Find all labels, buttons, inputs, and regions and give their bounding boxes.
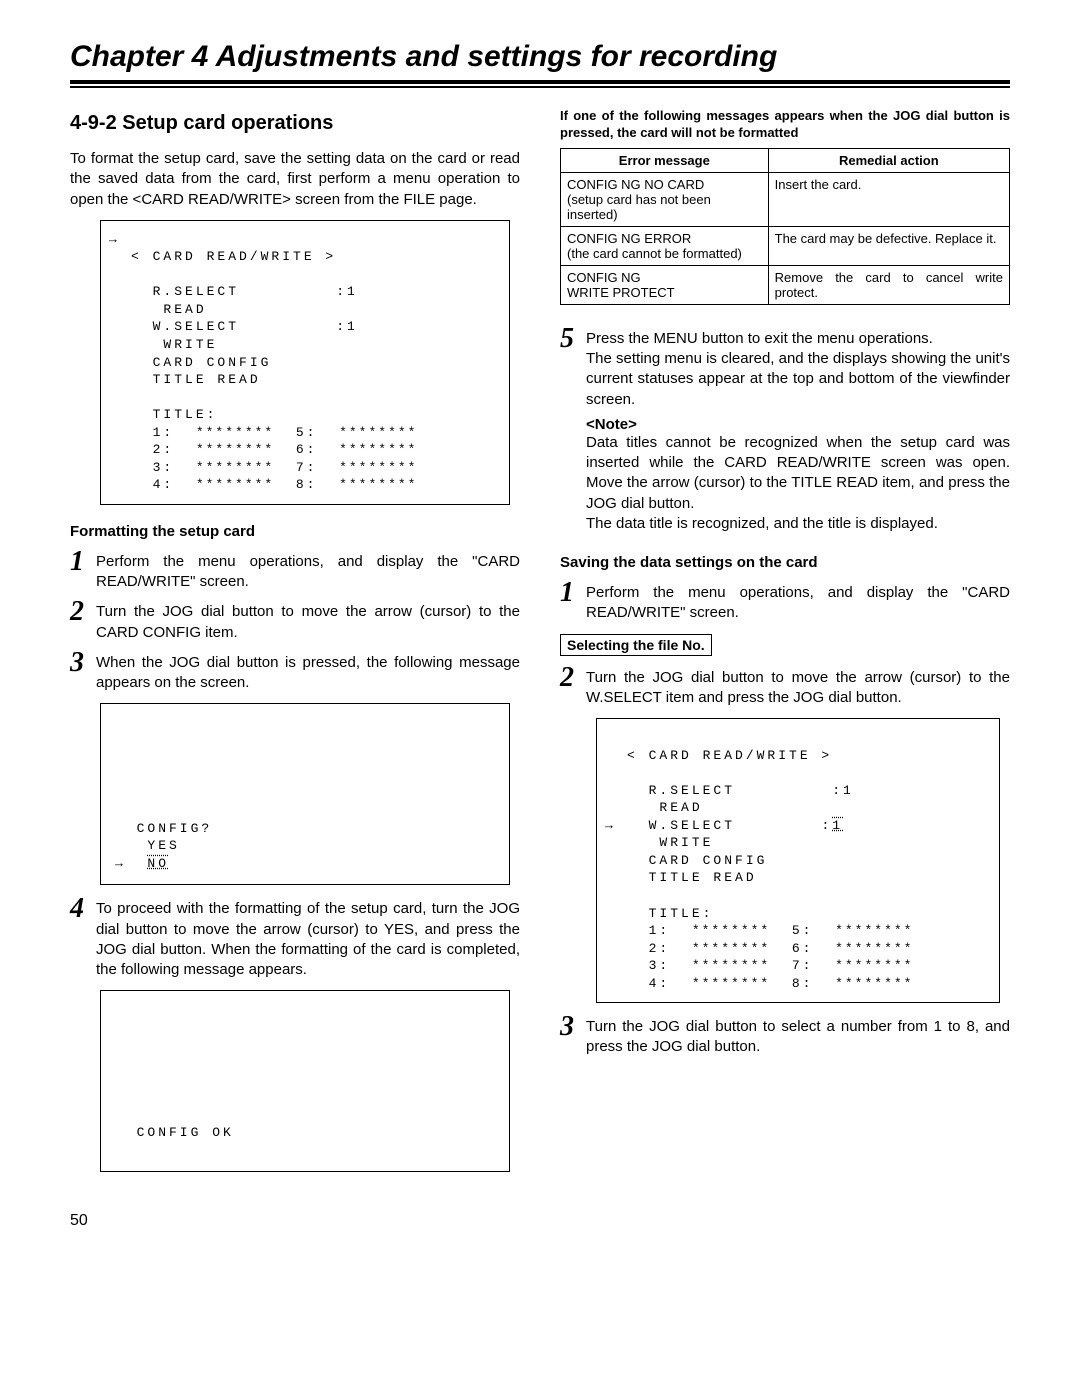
th-action: Remedial action — [768, 148, 1009, 172]
screen-config-ok: CONFIG OK — [100, 990, 510, 1172]
note-body: Data titles cannot be recognized when th… — [560, 433, 1010, 534]
step-num: 3 — [560, 1013, 586, 1041]
file-step-3: 3 Turn the JOG dial button to select a n… — [560, 1013, 1010, 1058]
step-5: 5 Press the MENU button to exit the menu… — [560, 325, 1010, 410]
table-row: CONFIG NGWRITE PROTECT Remove the card t… — [561, 265, 1010, 304]
step-num: 1 — [70, 548, 96, 576]
section-title: 4-9-2 Setup card operations — [70, 112, 520, 135]
step-num: 5 — [560, 325, 586, 353]
step-text: Perform the menu operations, and display… — [586, 579, 1010, 624]
step-text: Turn the JOG dial button to select a num… — [586, 1013, 1010, 1058]
step-text: Turn the JOG dial button to move the arr… — [586, 664, 1010, 709]
step-num: 1 — [560, 579, 586, 607]
step-num: 4 — [70, 895, 96, 923]
saving-head: Saving the data settings on the card — [560, 554, 1010, 571]
file-no-head: Selecting the file No. — [560, 634, 712, 656]
step-num: 2 — [560, 664, 586, 692]
step-4: 4 To proceed with the formatting of the … — [70, 895, 520, 980]
step-text: Press the MENU button to exit the menu o… — [586, 325, 1010, 410]
step-text: When the JOG dial button is pressed, the… — [96, 649, 520, 694]
file-step-2: 2 Turn the JOG dial button to move the a… — [560, 664, 1010, 709]
step-2: 2 Turn the JOG dial button to move the a… — [70, 598, 520, 643]
save-step-1: 1 Perform the menu operations, and displ… — [560, 579, 1010, 624]
step-text: Perform the menu operations, and display… — [96, 548, 520, 593]
rule-thick — [70, 80, 1010, 84]
step-num: 2 — [70, 598, 96, 626]
formatting-head: Formatting the setup card — [70, 523, 520, 540]
step-3: 3 When the JOG dial button is pressed, t… — [70, 649, 520, 694]
screen-card-read-write: →→< CARD READ/WRITE >< CARD READ/WRITE >… — [100, 220, 510, 505]
error-table: Error message Remedial action CONFIG NG … — [560, 148, 1010, 305]
table-row: CONFIG NG ERROR(the card cannot be forma… — [561, 226, 1010, 265]
step-text: Turn the JOG dial button to move the arr… — [96, 598, 520, 643]
intro-paragraph: To format the setup card, save the setti… — [70, 149, 520, 210]
step-1: 1 Perform the menu operations, and displ… — [70, 548, 520, 593]
chapter-title: Chapter 4 Adjustments and settings for r… — [70, 40, 1010, 74]
page-number: 50 — [70, 1212, 1010, 1230]
rule-thin — [70, 86, 1010, 88]
th-error: Error message — [561, 148, 769, 172]
step-text: To proceed with the formatting of the se… — [96, 895, 520, 980]
screen-card-read-write-2: < CARD READ/WRITE >< CARD READ/WRITE > R… — [596, 718, 1000, 1003]
screen-config-question: CONFIG? YES → NO — [100, 703, 510, 885]
table-caption: If one of the following messages appears… — [560, 108, 1010, 142]
note-head: <Note> — [560, 416, 1010, 433]
table-row: CONFIG NG NO CARD(setup card has not bee… — [561, 172, 1010, 226]
step-num: 3 — [70, 649, 96, 677]
